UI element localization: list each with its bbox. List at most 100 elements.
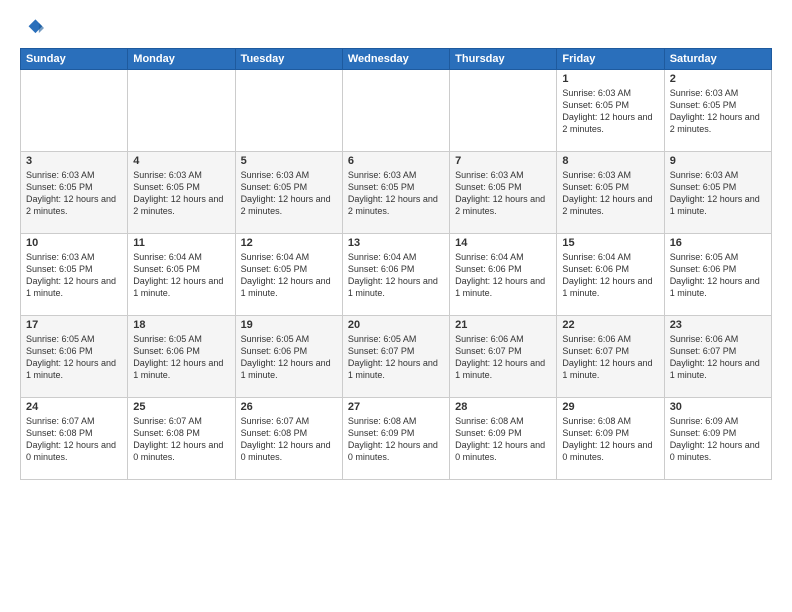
day-cell: 15Sunrise: 6:04 AM Sunset: 6:06 PM Dayli… — [557, 234, 664, 316]
day-cell: 29 Sunrise: 6:08 AM Sunset: 6:09 PM Dayli… — [557, 398, 664, 480]
day-number: 13 — [348, 237, 444, 249]
day-number: 22 — [562, 319, 658, 331]
day-info: Sunrise: 6:07 AM Sunset: 6:08 PM Dayligh… — [26, 415, 122, 464]
day-cell: 6Sunrise: 6:03 AM Sunset: 6:05 PM Daylig… — [342, 152, 449, 234]
day-info: Sunrise: 6:04 AM Sunset: 6:05 PM Dayligh… — [133, 251, 229, 300]
day-info: Sunrise: 6:09 AM Sunset: 6:09 PM Dayligh… — [670, 415, 766, 464]
header-row: SundayMondayTuesdayWednesdayThursdayFrid… — [21, 49, 772, 70]
header-friday: Friday — [557, 49, 664, 70]
day-info: Sunrise: 6:05 AM Sunset: 6:06 PM Dayligh… — [241, 333, 337, 382]
day-cell: 10Sunrise: 6:03 AM Sunset: 6:05 PM Dayli… — [21, 234, 128, 316]
day-number: 12 — [241, 237, 337, 249]
day-cell: 11 Sunrise: 6:04 AM Sunset: 6:05 PM Dayli… — [128, 234, 235, 316]
header-thursday: Thursday — [450, 49, 557, 70]
day-number: 8 — [562, 155, 658, 167]
week-row-4: 24 Sunrise: 6:07 AM Sunset: 6:08 PM Dayli… — [21, 398, 772, 480]
header-tuesday: Tuesday — [235, 49, 342, 70]
day-info: Sunrise: 6:07 AM Sunset: 6:08 PM Dayligh… — [133, 415, 229, 464]
header-sunday: Sunday — [21, 49, 128, 70]
day-cell: 18Sunrise: 6:05 AM Sunset: 6:06 PM Dayli… — [128, 316, 235, 398]
day-number: 21 — [455, 319, 551, 331]
day-info: Sunrise: 6:06 AM Sunset: 6:07 PM Dayligh… — [562, 333, 658, 382]
day-cell: 19 Sunrise: 6:05 AM Sunset: 6:06 PM Dayli… — [235, 316, 342, 398]
header-monday: Monday — [128, 49, 235, 70]
day-cell: 25 Sunrise: 6:07 AM Sunset: 6:08 PM Dayli… — [128, 398, 235, 480]
day-info: Sunrise: 6:05 AM Sunset: 6:06 PM Dayligh… — [133, 333, 229, 382]
day-cell — [128, 70, 235, 152]
day-info: Sunrise: 6:06 AM Sunset: 6:07 PM Dayligh… — [455, 333, 551, 382]
calendar: SundayMondayTuesdayWednesdayThursdayFrid… — [20, 48, 772, 480]
day-cell: 8 Sunrise: 6:03 AM Sunset: 6:05 PM Daylig… — [557, 152, 664, 234]
day-info: Sunrise: 6:03 AM Sunset: 6:05 PM Dayligh… — [133, 169, 229, 218]
day-number: 29 — [562, 401, 658, 413]
day-info: Sunrise: 6:03 AM Sunset: 6:05 PM Dayligh… — [455, 169, 551, 218]
day-cell: 3 Sunrise: 6:03 AM Sunset: 6:05 PM Daylig… — [21, 152, 128, 234]
day-number: 17 — [26, 319, 122, 331]
day-number: 3 — [26, 155, 122, 167]
day-cell — [342, 70, 449, 152]
day-cell — [235, 70, 342, 152]
day-info: Sunrise: 6:03 AM Sunset: 6:05 PM Dayligh… — [26, 251, 122, 300]
day-info: Sunrise: 6:04 AM Sunset: 6:06 PM Dayligh… — [455, 251, 551, 300]
day-cell: 24 Sunrise: 6:07 AM Sunset: 6:08 PM Dayli… — [21, 398, 128, 480]
day-number: 19 — [241, 319, 337, 331]
day-number: 4 — [133, 155, 229, 167]
page: SundayMondayTuesdayWednesdayThursdayFrid… — [0, 0, 792, 612]
day-cell: 16 Sunrise: 6:05 AM Sunset: 6:06 PM Dayli… — [664, 234, 771, 316]
day-cell: 9Sunrise: 6:03 AM Sunset: 6:05 PM Daylig… — [664, 152, 771, 234]
day-cell: 13 Sunrise: 6:04 AM Sunset: 6:06 PM Dayli… — [342, 234, 449, 316]
week-row-1: 3 Sunrise: 6:03 AM Sunset: 6:05 PM Daylig… — [21, 152, 772, 234]
day-number: 27 — [348, 401, 444, 413]
day-number: 23 — [670, 319, 766, 331]
calendar-body: 1 Sunrise: 6:03 AM Sunset: 6:05 PM Daylig… — [21, 70, 772, 480]
day-cell: 21 Sunrise: 6:06 AM Sunset: 6:07 PM Dayli… — [450, 316, 557, 398]
day-info: Sunrise: 6:03 AM Sunset: 6:05 PM Dayligh… — [670, 87, 766, 136]
day-info: Sunrise: 6:08 AM Sunset: 6:09 PM Dayligh… — [348, 415, 444, 464]
day-info: Sunrise: 6:08 AM Sunset: 6:09 PM Dayligh… — [562, 415, 658, 464]
day-info: Sunrise: 6:03 AM Sunset: 6:05 PM Dayligh… — [241, 169, 337, 218]
day-cell: 4 Sunrise: 6:03 AM Sunset: 6:05 PM Daylig… — [128, 152, 235, 234]
day-number: 28 — [455, 401, 551, 413]
day-info: Sunrise: 6:04 AM Sunset: 6:05 PM Dayligh… — [241, 251, 337, 300]
day-cell: 2 Sunrise: 6:03 AM Sunset: 6:05 PM Daylig… — [664, 70, 771, 152]
day-number: 7 — [455, 155, 551, 167]
day-cell: 12 Sunrise: 6:04 AM Sunset: 6:05 PM Dayli… — [235, 234, 342, 316]
day-cell — [450, 70, 557, 152]
day-number: 20 — [348, 319, 444, 331]
day-number: 5 — [241, 155, 337, 167]
day-info: Sunrise: 6:05 AM Sunset: 6:06 PM Dayligh… — [670, 251, 766, 300]
logo — [20, 16, 48, 40]
day-cell: 22 Sunrise: 6:06 AM Sunset: 6:07 PM Dayli… — [557, 316, 664, 398]
day-info: Sunrise: 6:05 AM Sunset: 6:06 PM Dayligh… — [26, 333, 122, 382]
day-cell: 17 Sunrise: 6:05 AM Sunset: 6:06 PM Dayli… — [21, 316, 128, 398]
day-info: Sunrise: 6:03 AM Sunset: 6:05 PM Dayligh… — [26, 169, 122, 218]
day-number: 14 — [455, 237, 551, 249]
header-wednesday: Wednesday — [342, 49, 449, 70]
day-info: Sunrise: 6:04 AM Sunset: 6:06 PM Dayligh… — [348, 251, 444, 300]
day-number: 16 — [670, 237, 766, 249]
header-saturday: Saturday — [664, 49, 771, 70]
day-number: 25 — [133, 401, 229, 413]
week-row-0: 1 Sunrise: 6:03 AM Sunset: 6:05 PM Daylig… — [21, 70, 772, 152]
day-info: Sunrise: 6:07 AM Sunset: 6:08 PM Dayligh… — [241, 415, 337, 464]
day-number: 1 — [562, 73, 658, 85]
day-number: 9 — [670, 155, 766, 167]
day-cell: 7 Sunrise: 6:03 AM Sunset: 6:05 PM Daylig… — [450, 152, 557, 234]
day-info: Sunrise: 6:06 AM Sunset: 6:07 PM Dayligh… — [670, 333, 766, 382]
day-info: Sunrise: 6:05 AM Sunset: 6:07 PM Dayligh… — [348, 333, 444, 382]
day-cell: 30 Sunrise: 6:09 AM Sunset: 6:09 PM Dayli… — [664, 398, 771, 480]
day-number: 11 — [133, 237, 229, 249]
day-number: 30 — [670, 401, 766, 413]
day-number: 2 — [670, 73, 766, 85]
logo-icon — [20, 16, 44, 40]
day-info: Sunrise: 6:03 AM Sunset: 6:05 PM Dayligh… — [562, 169, 658, 218]
day-cell: 5 Sunrise: 6:03 AM Sunset: 6:05 PM Daylig… — [235, 152, 342, 234]
header — [20, 16, 772, 40]
day-info: Sunrise: 6:03 AM Sunset: 6:05 PM Dayligh… — [562, 87, 658, 136]
day-number: 26 — [241, 401, 337, 413]
day-number: 24 — [26, 401, 122, 413]
day-cell: 14 Sunrise: 6:04 AM Sunset: 6:06 PM Dayli… — [450, 234, 557, 316]
week-row-3: 17 Sunrise: 6:05 AM Sunset: 6:06 PM Dayli… — [21, 316, 772, 398]
day-cell: 1 Sunrise: 6:03 AM Sunset: 6:05 PM Daylig… — [557, 70, 664, 152]
day-cell: 27 Sunrise: 6:08 AM Sunset: 6:09 PM Dayli… — [342, 398, 449, 480]
